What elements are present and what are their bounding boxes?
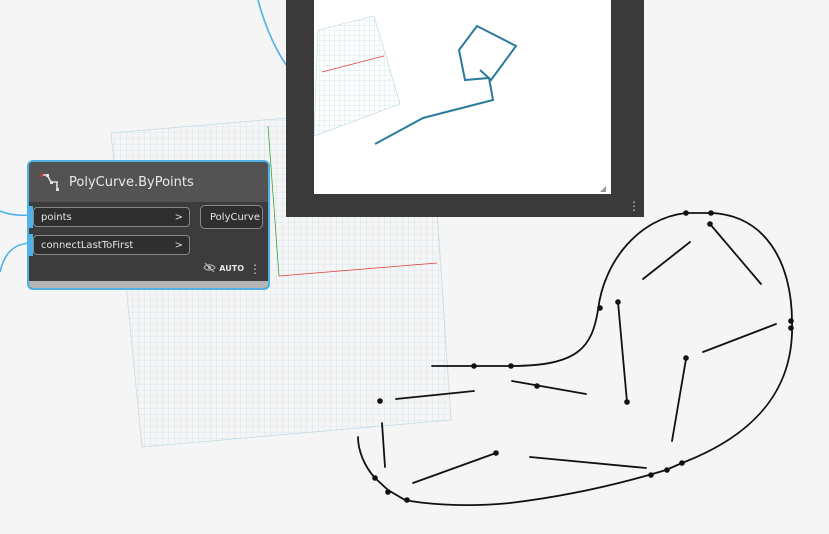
port-label: PolyCurve xyxy=(210,211,260,223)
point xyxy=(788,318,794,324)
node-preview-bubble[interactable]: ⋮ xyxy=(286,0,644,217)
segment xyxy=(412,452,497,484)
point xyxy=(471,363,477,369)
node-footer-bar xyxy=(29,281,268,288)
point xyxy=(648,472,654,478)
points-wire xyxy=(0,210,31,217)
node-header[interactable]: PolyCurve.ByPoints xyxy=(29,162,268,202)
point xyxy=(597,305,603,311)
input-port-points[interactable]: points > xyxy=(33,207,190,227)
point xyxy=(493,450,499,456)
node-title: PolyCurve.ByPoints xyxy=(69,174,194,190)
point xyxy=(707,221,713,227)
more-vertical-icon[interactable]: ⋮ xyxy=(628,200,640,212)
segment xyxy=(529,456,647,469)
segment xyxy=(381,422,386,468)
point xyxy=(534,383,540,389)
connect-wire xyxy=(0,242,31,273)
more-vertical-icon[interactable]: ⋮ xyxy=(249,263,261,275)
preview-grid-plane xyxy=(314,15,401,137)
input-port-connect-last-to-first[interactable]: connectLastToFirst > xyxy=(33,235,190,255)
point xyxy=(624,399,630,405)
segment xyxy=(702,323,777,353)
resize-grip-icon[interactable] xyxy=(600,186,606,192)
point xyxy=(615,299,621,305)
segment xyxy=(671,358,687,442)
point xyxy=(385,489,391,495)
point xyxy=(679,460,685,466)
point xyxy=(664,467,670,473)
point xyxy=(404,497,410,503)
port-label: connectLastToFirst xyxy=(41,239,134,251)
chevron-right-icon[interactable]: > xyxy=(175,240,189,251)
point xyxy=(788,325,794,331)
preview-geometry xyxy=(314,15,606,192)
chevron-right-icon[interactable]: > xyxy=(175,212,189,223)
segment xyxy=(617,301,628,403)
segment xyxy=(709,223,762,285)
run-mode-label: AUTO xyxy=(219,264,244,273)
point xyxy=(372,475,378,481)
point xyxy=(508,363,514,369)
polycurve-bypoints-node[interactable]: PolyCurve.ByPoints points > connectLastT… xyxy=(27,160,270,290)
polycurve-node-icon xyxy=(40,174,59,191)
eye-hidden-icon[interactable] xyxy=(203,262,216,273)
port-label: points xyxy=(41,211,72,223)
point xyxy=(708,210,714,216)
output-port-polycurve[interactable]: PolyCurve xyxy=(200,205,263,229)
preview-viewport[interactable] xyxy=(314,0,611,194)
point xyxy=(377,398,383,404)
segment xyxy=(642,241,691,280)
preview-polycurve xyxy=(374,24,518,145)
point xyxy=(683,210,689,216)
segment xyxy=(511,380,587,395)
point xyxy=(683,355,689,361)
